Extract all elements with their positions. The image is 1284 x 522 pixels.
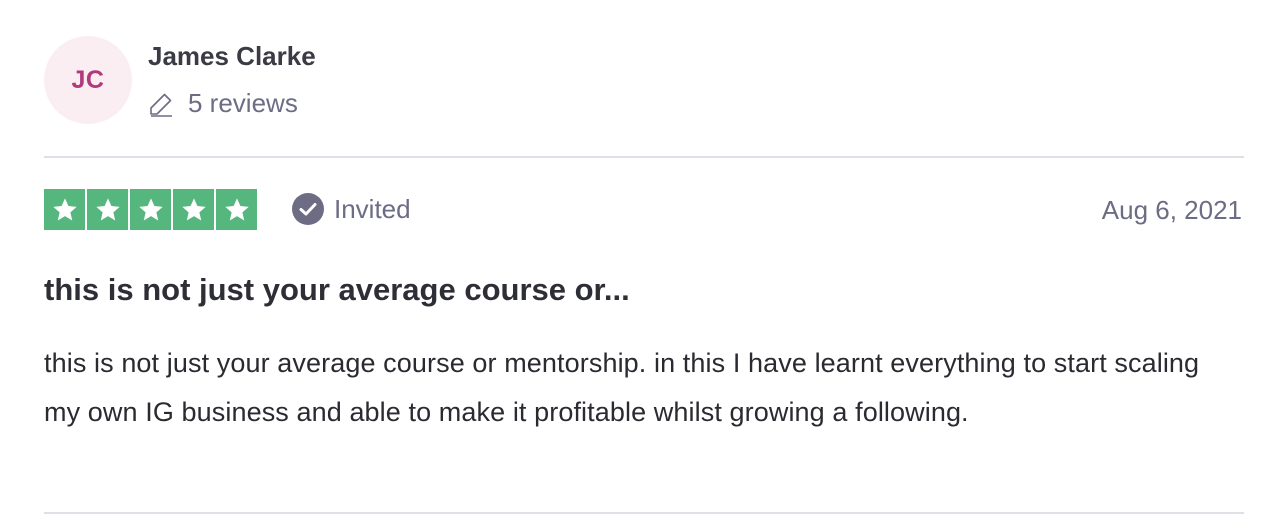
star-icon bbox=[181, 197, 206, 220]
avatar[interactable]: JC bbox=[44, 36, 132, 124]
star-box bbox=[173, 189, 214, 230]
review-date: Aug 6, 2021 bbox=[1101, 195, 1242, 225]
star-icon bbox=[95, 197, 120, 220]
invited-badge[interactable]: Invited bbox=[292, 193, 411, 225]
star-box bbox=[87, 189, 128, 230]
avatar-initials: JC bbox=[71, 65, 105, 94]
consumer-info[interactable]: JC James Clarke 5 reviews bbox=[44, 36, 644, 126]
review-meta: Invited Aug 6, 2021 bbox=[44, 189, 1244, 231]
star-box bbox=[216, 189, 257, 230]
star-icon bbox=[138, 197, 163, 220]
star-icon bbox=[52, 197, 77, 220]
star-box bbox=[44, 189, 85, 230]
review-count-label: 5 reviews bbox=[188, 88, 298, 118]
review-body: this is not just your average course or … bbox=[44, 348, 1200, 427]
review-card: JC James Clarke 5 reviews Invited Aug 6,… bbox=[44, 0, 1244, 522]
divider bbox=[44, 512, 1244, 514]
invited-label: Invited bbox=[334, 193, 411, 224]
star-rating bbox=[44, 189, 257, 230]
check-circle-icon bbox=[292, 193, 324, 225]
review-count: 5 reviews bbox=[148, 88, 298, 119]
star-icon bbox=[224, 197, 249, 220]
divider bbox=[44, 156, 1244, 158]
pencil-icon bbox=[150, 93, 172, 117]
consumer-name[interactable]: James Clarke bbox=[148, 41, 316, 72]
review-title[interactable]: this is not just your average course or.… bbox=[44, 272, 630, 308]
star-box bbox=[130, 189, 171, 230]
